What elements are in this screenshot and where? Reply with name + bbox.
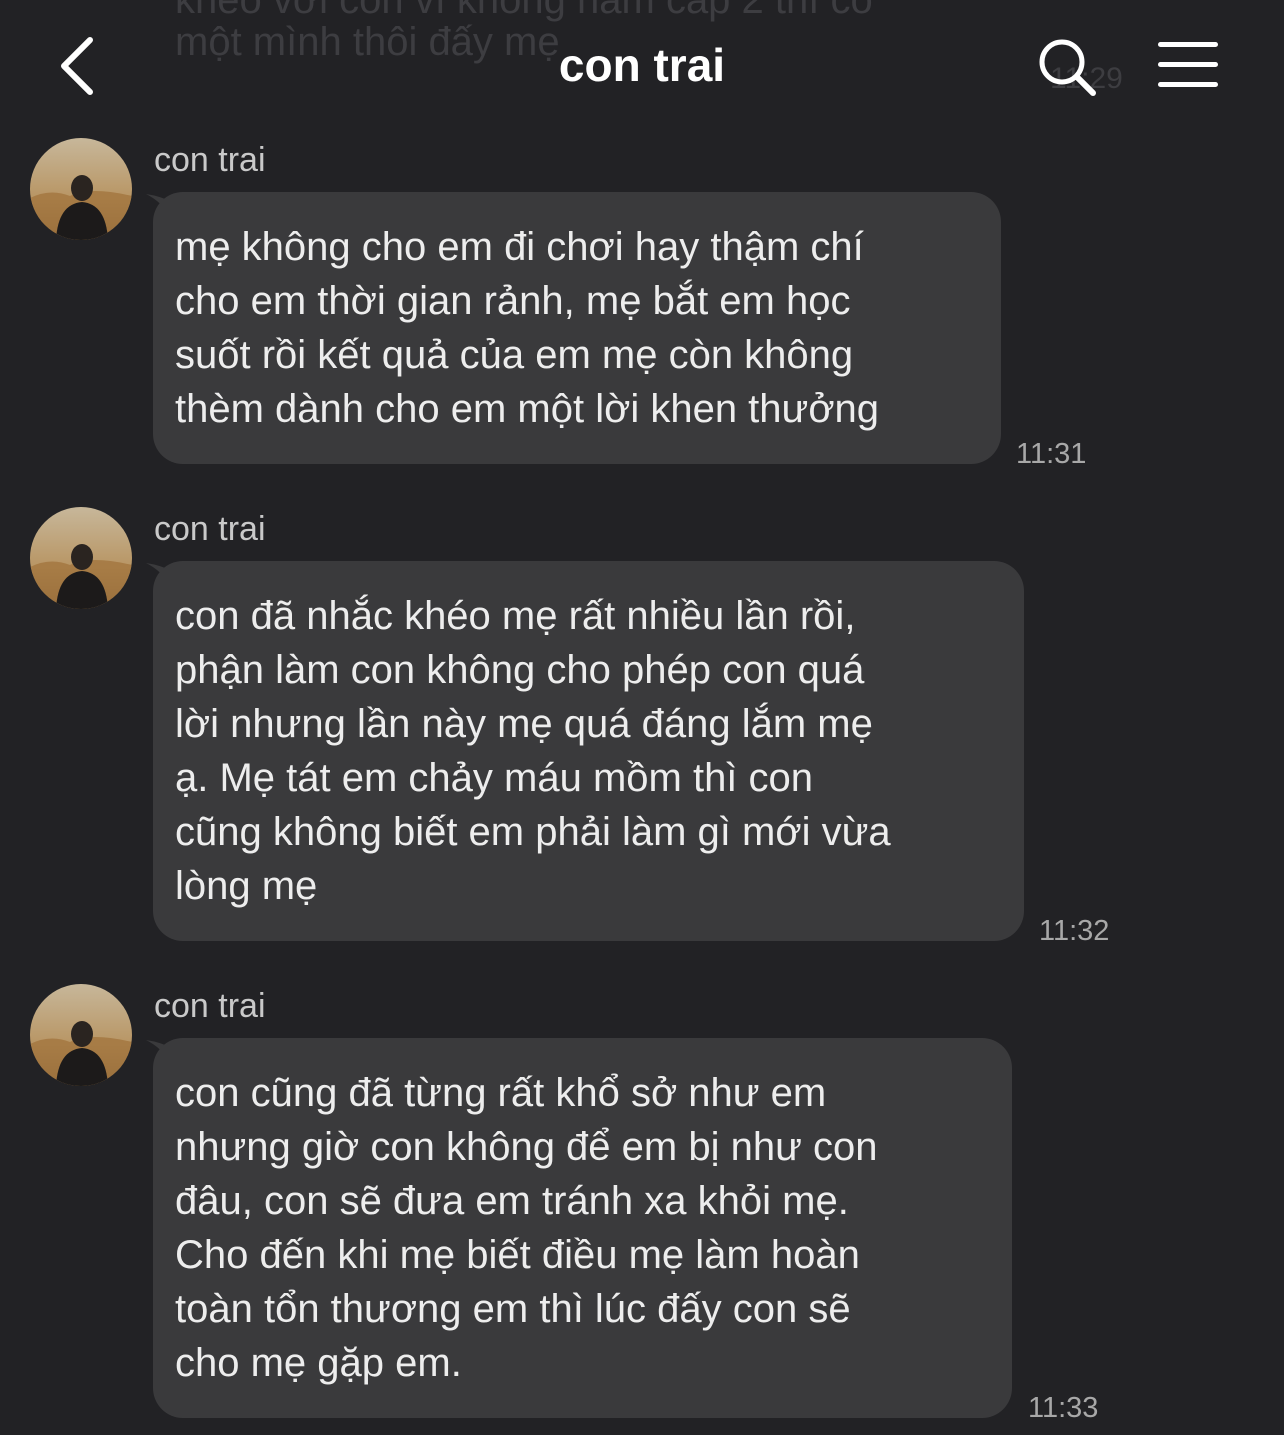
message-time: 11:33 — [1028, 1392, 1099, 1424]
chat-header: con trai — [0, 0, 1284, 130]
hamburger-menu-icon-middle — [1158, 62, 1218, 67]
hamburger-menu-icon — [1158, 42, 1218, 47]
search-icon — [1039, 39, 1096, 96]
avatar-photo — [30, 138, 132, 240]
menu-button[interactable] — [1156, 40, 1220, 90]
sender-name: con trai — [154, 510, 266, 548]
avatar[interactable] — [30, 138, 132, 240]
message-time: 11:32 — [1039, 915, 1110, 947]
hamburger-menu-icon-bottom — [1158, 82, 1218, 87]
avatar-photo — [30, 984, 132, 1086]
sender-name: con trai — [154, 141, 266, 179]
avatar[interactable] — [30, 984, 132, 1086]
avatar-photo — [30, 507, 132, 609]
message-bubble[interactable]: con đã nhắc khéo mẹ rất nhiều lần rồi, p… — [153, 561, 1024, 941]
message-time: 11:31 — [1016, 438, 1087, 470]
sender-name: con trai — [154, 987, 266, 1025]
message-bubble[interactable]: con cũng đã từng rất khổ sở như em nhưng… — [153, 1038, 1012, 1418]
message-bubble[interactable]: mẹ không cho em đi chơi hay thậm chí cho… — [153, 192, 1001, 464]
avatar[interactable] — [30, 507, 132, 609]
search-button[interactable] — [1036, 36, 1098, 98]
